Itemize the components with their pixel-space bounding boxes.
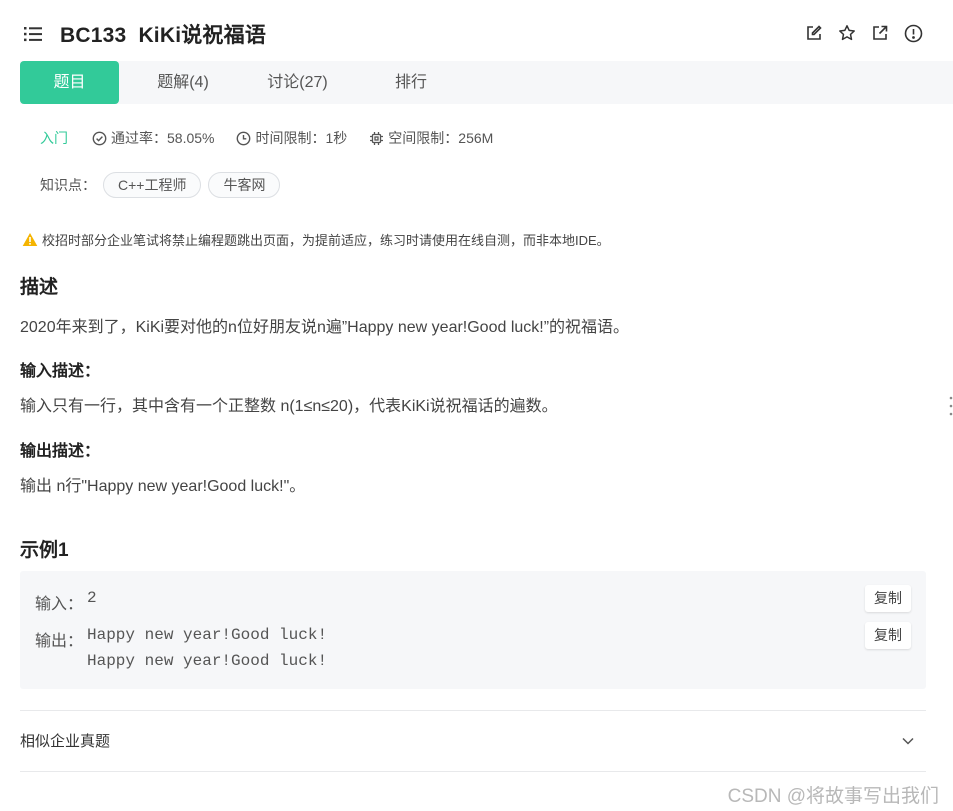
memory-limit-text: 空间限制：256M bbox=[388, 130, 494, 146]
output-description-text: 输出 n行"Happy new year!Good luck!"。 bbox=[20, 478, 306, 495]
edit-icon[interactable] bbox=[804, 23, 824, 43]
divider bbox=[20, 710, 926, 711]
problem-meta: 入门 通过率：58.05% 时间限制：1秒 空间限制：256M bbox=[40, 128, 515, 148]
external-link-icon[interactable] bbox=[870, 23, 890, 43]
tab-problem[interactable]: 题目 bbox=[20, 61, 119, 104]
example-output-value: Happy new year!Good luck! Happy new year… bbox=[87, 626, 328, 670]
tab-solutions[interactable]: 题解(4) bbox=[138, 61, 228, 104]
similar-questions-label[interactable]: 相似企业真题 bbox=[20, 730, 110, 751]
exam-notice: 校招时部分企业笔试将禁止编程题跳出页面，为提前适应，练习时请使用在线自测，而非本… bbox=[22, 230, 610, 249]
copy-input-button[interactable]: 复制 bbox=[865, 585, 911, 612]
clock-icon bbox=[237, 131, 251, 145]
output-description-heading: 输出描述： bbox=[20, 443, 101, 460]
page-title: BC133 KiKi说祝福语 bbox=[60, 24, 267, 47]
star-icon[interactable] bbox=[837, 23, 857, 43]
input-description-text: 输入只有一行，其中含有一个正整数 n(1≤n≤20)，代表KiKi说祝福话的遍数… bbox=[20, 398, 558, 415]
header-toolbar bbox=[804, 23, 923, 43]
check-circle-icon bbox=[92, 131, 107, 145]
tag-nowcoder[interactable]: 牛客网 bbox=[208, 172, 281, 198]
example-heading: 示例1 bbox=[20, 540, 69, 561]
tab-bar: 题目 题解(4) 讨论(27) 排行 bbox=[20, 61, 953, 104]
list-menu-icon[interactable] bbox=[23, 24, 43, 44]
example-input-value: 2 bbox=[87, 589, 97, 607]
pass-rate-text: 通过率：58.05% bbox=[111, 130, 215, 146]
time-limit-text: 时间限制：1秒 bbox=[255, 130, 348, 146]
input-description-heading: 输入描述： bbox=[20, 363, 101, 380]
example-input-label: 输入： bbox=[35, 596, 84, 613]
warning-icon bbox=[22, 233, 38, 246]
difficulty-level: 入门 bbox=[40, 130, 68, 146]
tab-ranking[interactable]: 排行 bbox=[376, 61, 446, 104]
knowledge-label: 知识点： bbox=[40, 177, 96, 193]
copy-output-button[interactable]: 复制 bbox=[865, 622, 911, 649]
divider bbox=[20, 771, 926, 772]
resize-handle-icon[interactable] bbox=[949, 395, 953, 417]
chevron-down-icon[interactable] bbox=[900, 733, 916, 749]
memory-limit: 空间限制：256M bbox=[369, 128, 493, 148]
description-heading: 描述 bbox=[20, 277, 59, 298]
notice-text: 校招时部分企业笔试将禁止编程题跳出页面，为提前适应，练习时请使用在线自测，而非本… bbox=[42, 233, 610, 248]
example-output-label: 输出： bbox=[35, 633, 84, 650]
time-limit: 时间限制：1秒 bbox=[236, 128, 347, 148]
tag-cpp-engineer[interactable]: C++工程师 bbox=[103, 172, 202, 198]
pass-rate: 通过率：58.05% bbox=[92, 128, 214, 148]
header: BC133 KiKi说祝福语 bbox=[0, 0, 953, 62]
tab-discussion[interactable]: 讨论(27) bbox=[250, 61, 345, 104]
example-box: 输入： 2 复制 输出： Happy new year!Good luck! H… bbox=[20, 571, 926, 689]
description-text: 2020年来到了，KiKi要对他的n位好朋友说n遍”Happy new year… bbox=[20, 319, 630, 336]
chip-icon bbox=[370, 131, 384, 145]
info-icon[interactable] bbox=[903, 23, 923, 43]
watermark: CSDN @将故事写出我们 bbox=[727, 786, 939, 807]
knowledge-tags: 知识点： C++工程师 牛客网 bbox=[40, 172, 281, 198]
